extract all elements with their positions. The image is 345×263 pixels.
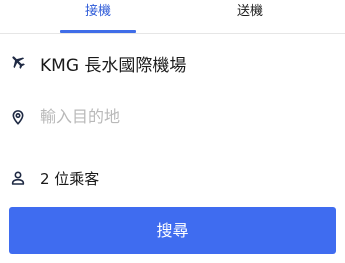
trip-type-tabs: 接機 送機 bbox=[0, 0, 345, 34]
location-pin-icon bbox=[9, 108, 27, 126]
passengers-field[interactable]: 2 位乘客 bbox=[0, 163, 345, 193]
airport-value: KMG 長水國際機場 bbox=[40, 56, 187, 76]
search-button[interactable]: 搜尋 bbox=[9, 207, 336, 254]
active-tab-indicator bbox=[60, 30, 136, 33]
tab-dropoff[interactable]: 送機 bbox=[212, 0, 288, 33]
passengers-value: 2 位乘客 bbox=[40, 170, 100, 188]
airport-field[interactable]: KMG 長水國際機場 bbox=[0, 45, 345, 79]
tab-pickup[interactable]: 接機 bbox=[60, 0, 136, 33]
airplane-icon bbox=[9, 53, 27, 71]
person-icon bbox=[9, 169, 27, 187]
destination-input[interactable] bbox=[40, 104, 320, 128]
destination-field[interactable] bbox=[0, 100, 345, 134]
